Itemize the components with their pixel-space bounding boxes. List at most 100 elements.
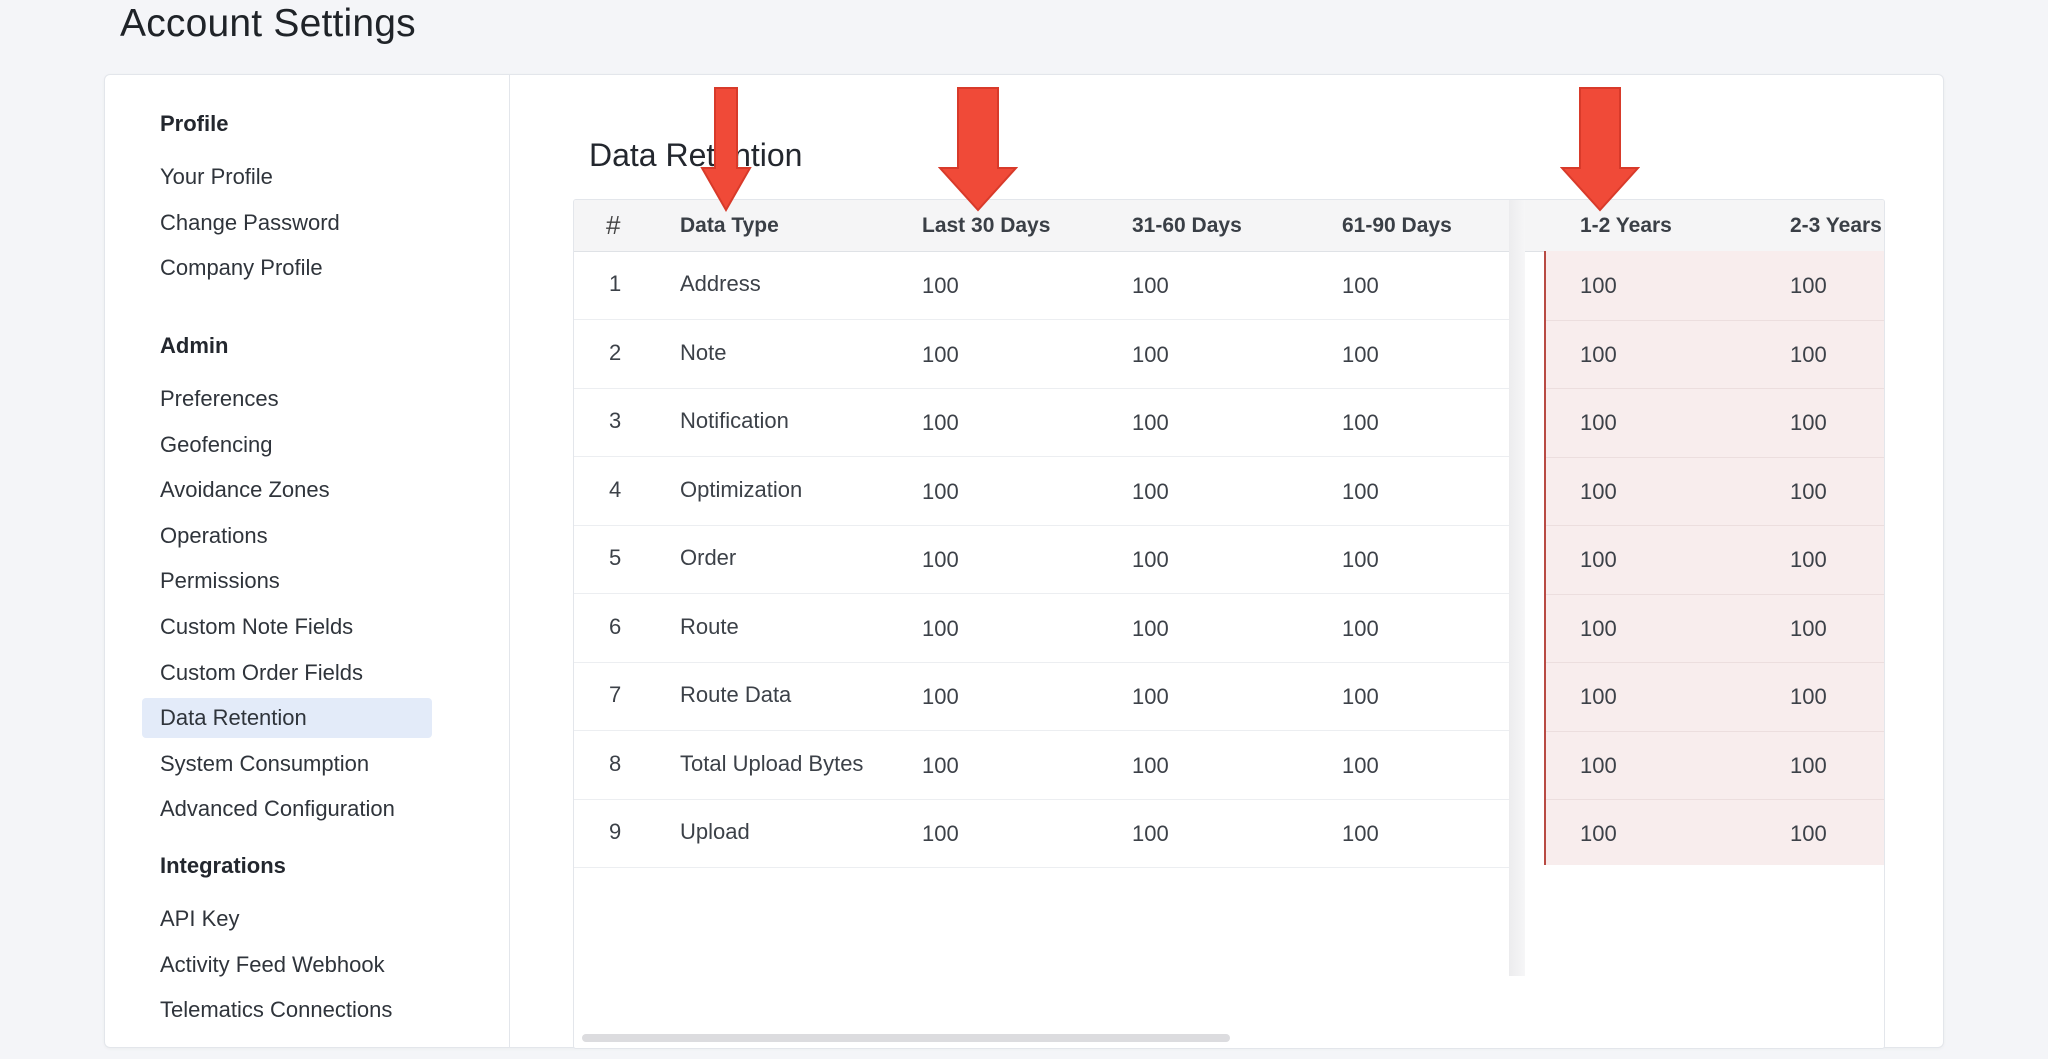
pinned-column-shadow bbox=[1509, 200, 1525, 976]
retention-value-cell: 100 bbox=[1132, 752, 1169, 778]
sidebar-item-geofencing[interactable]: Geofencing bbox=[142, 425, 432, 465]
row-index: 5 bbox=[609, 545, 622, 570]
retention-value-cell: 100 bbox=[1790, 478, 1827, 504]
retention-value-cell: 100 bbox=[1580, 478, 1617, 504]
column-header-2-3-years[interactable]: 2-3 Years bbox=[1790, 200, 1882, 251]
retention-value-cell: 100 bbox=[1132, 615, 1169, 641]
row-divider bbox=[1546, 662, 1884, 663]
retention-value-cell: 100 bbox=[1342, 341, 1379, 367]
retention-value-cell: 100 bbox=[1342, 273, 1379, 298]
retention-value-cell: 100 bbox=[922, 547, 959, 572]
retention-value-cell: 100 bbox=[922, 752, 959, 778]
row-index: 9 bbox=[609, 819, 622, 844]
data-type-cell: Optimization bbox=[680, 476, 803, 502]
data-retention-table: # Data Type Last 30 Days 31-60 Days 61-90 Da… bbox=[573, 199, 1885, 1049]
retention-value-cell: 100 bbox=[922, 615, 959, 641]
row-divider bbox=[1546, 456, 1884, 458]
row-index: 8 bbox=[609, 750, 622, 776]
row-divider bbox=[1546, 319, 1884, 321]
retention-value-cell: 100 bbox=[1580, 341, 1617, 367]
retention-value-cell: 100 bbox=[922, 821, 959, 846]
retention-value-cell: 100 bbox=[1132, 410, 1169, 435]
retention-value-cell: 100 bbox=[1342, 547, 1379, 572]
row-divider bbox=[1546, 525, 1884, 526]
sidebar-item-activity-feed-webhook[interactable]: Activity Feed Webhook bbox=[142, 945, 432, 985]
retention-value-cell: 100 bbox=[1580, 615, 1617, 641]
retention-value-cell: 100 bbox=[1580, 752, 1617, 778]
data-type-cell: Route bbox=[680, 613, 739, 639]
sidebar-item-data-retention[interactable]: Data Retention bbox=[142, 698, 432, 739]
retention-value-cell: 100 bbox=[1790, 273, 1827, 298]
row-index: 4 bbox=[609, 476, 622, 502]
sidebar-item-preferences[interactable]: Preferences bbox=[142, 379, 432, 419]
retention-value-cell: 100 bbox=[1790, 547, 1827, 572]
settings-sidebar: Profile Your Profile Change Password Compan… bbox=[105, 75, 510, 1047]
retention-value-cell: 100 bbox=[922, 410, 959, 435]
row-divider bbox=[1546, 388, 1884, 389]
retention-value-cell: 100 bbox=[1132, 341, 1169, 367]
retention-value-cell: 100 bbox=[1132, 821, 1169, 846]
settings-card: Profile Your Profile Change Password Compan… bbox=[104, 74, 1944, 1049]
data-type-cell: Note bbox=[680, 339, 727, 365]
sidebar-item-system-consumption[interactable]: System Consumption bbox=[142, 744, 432, 784]
column-header-31-60-days[interactable]: 31-60 Days bbox=[1132, 200, 1242, 251]
sidebar-item-custom-note-fields[interactable]: Custom Note Fields bbox=[142, 607, 432, 647]
sidebar-item-permissions[interactable]: Permissions bbox=[142, 561, 432, 601]
retention-value-cell: 100 bbox=[1342, 821, 1379, 846]
retention-value-cell: 100 bbox=[1790, 752, 1827, 778]
sidebar-section-title: Admin bbox=[160, 333, 229, 358]
down-arrow-icon bbox=[1560, 87, 1640, 212]
down-arrow-icon bbox=[700, 87, 752, 213]
sidebar-item-your-profile[interactable]: Your Profile bbox=[142, 157, 432, 197]
retention-value-cell: 100 bbox=[1580, 410, 1617, 435]
sidebar-item-telematics-connections[interactable]: Telematics Connections bbox=[142, 990, 432, 1030]
row-divider bbox=[1546, 593, 1884, 595]
retention-value-cell: 100 bbox=[1580, 547, 1617, 572]
retention-value-cell: 100 bbox=[1790, 684, 1827, 709]
data-type-cell: Total Upload Bytes bbox=[680, 750, 864, 776]
retention-value-cell: 100 bbox=[1580, 273, 1617, 298]
retention-value-cell: 100 bbox=[1580, 684, 1617, 709]
sidebar-item-custom-order-fields[interactable]: Custom Order Fields bbox=[142, 653, 432, 693]
retention-value-cell: 100 bbox=[922, 684, 959, 709]
pinned-divider bbox=[1544, 251, 1546, 865]
retention-value-cell: 100 bbox=[922, 273, 959, 298]
data-type-cell: Route Data bbox=[680, 682, 792, 707]
sidebar-section-title: Integrations bbox=[160, 853, 286, 878]
sidebar-section-title: Profile bbox=[160, 111, 229, 136]
row-divider bbox=[1546, 799, 1884, 800]
retention-value-cell: 100 bbox=[1132, 273, 1169, 298]
sidebar-item-company-profile[interactable]: Company Profile bbox=[142, 248, 432, 288]
retention-value-cell: 100 bbox=[1342, 684, 1379, 709]
retention-value-cell: 100 bbox=[1342, 410, 1379, 435]
retention-value-cell: 100 bbox=[1342, 615, 1379, 641]
down-arrow-icon bbox=[938, 87, 1018, 212]
retention-value-cell: 100 bbox=[1790, 410, 1827, 435]
retention-value-cell: 100 bbox=[1132, 478, 1169, 504]
data-type-cell: Upload bbox=[680, 819, 750, 844]
row-index: 2 bbox=[609, 339, 622, 365]
data-type-cell: Address bbox=[680, 271, 761, 296]
retention-value-cell: 100 bbox=[1132, 547, 1169, 572]
page-title: Account Settings bbox=[120, 2, 416, 45]
retention-value-cell: 100 bbox=[1342, 478, 1379, 504]
column-header-61-90-days[interactable]: 61-90 Days bbox=[1342, 200, 1452, 251]
sidebar-item-operations[interactable]: Operations bbox=[142, 516, 432, 556]
sidebar-item-advanced-configuration[interactable]: Advanced Configuration bbox=[142, 789, 432, 829]
row-index: 7 bbox=[609, 682, 622, 707]
retention-value-cell: 100 bbox=[922, 341, 959, 367]
sidebar-item-avoidance-zones[interactable]: Avoidance Zones bbox=[142, 470, 432, 510]
retention-value-cell: 100 bbox=[1132, 684, 1169, 709]
horizontal-scrollbar[interactable] bbox=[582, 1034, 1230, 1042]
sidebar-item-change-password[interactable]: Change Password bbox=[142, 203, 432, 243]
row-index: 1 bbox=[609, 271, 622, 296]
sidebar-item-api-key[interactable]: API Key bbox=[142, 899, 432, 939]
content-title: Data Retention bbox=[589, 137, 803, 173]
row-index: 6 bbox=[609, 613, 622, 639]
retention-value-cell: 100 bbox=[1790, 821, 1827, 846]
retention-value-cell: 100 bbox=[1580, 821, 1617, 846]
retention-value-cell: 100 bbox=[922, 478, 959, 504]
retention-value-cell: 100 bbox=[1790, 615, 1827, 641]
column-header-index: # bbox=[606, 210, 621, 240]
data-type-cell: Notification bbox=[680, 408, 789, 433]
